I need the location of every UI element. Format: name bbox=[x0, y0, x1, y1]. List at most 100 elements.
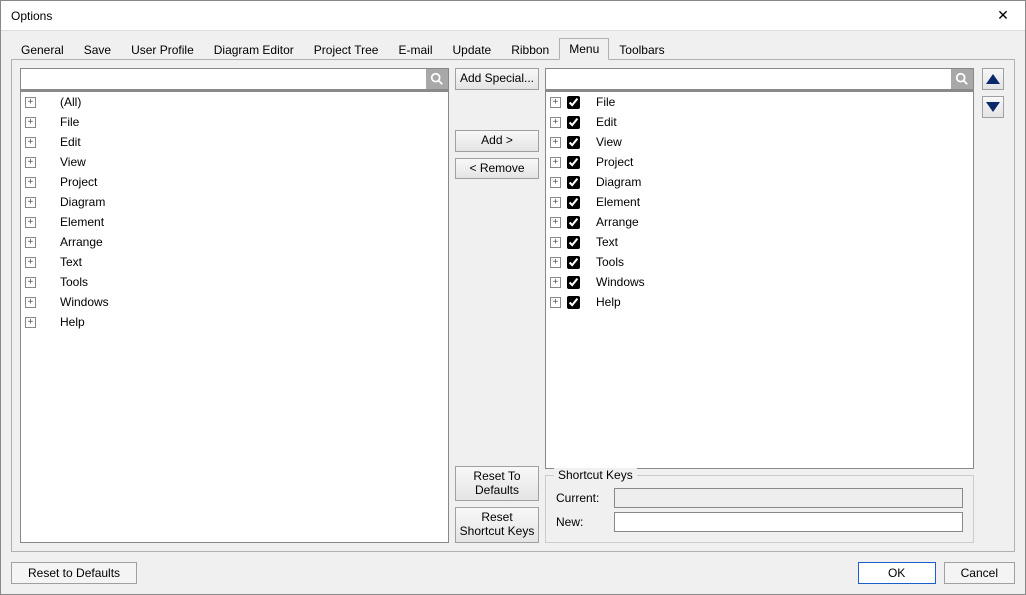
expand-icon[interactable]: + bbox=[25, 157, 36, 168]
expand-icon[interactable]: + bbox=[550, 257, 561, 268]
ok-button[interactable]: OK bbox=[858, 562, 936, 584]
tab-e-mail[interactable]: E-mail bbox=[388, 39, 442, 60]
move-down-button[interactable] bbox=[982, 96, 1004, 118]
new-shortcut-field[interactable] bbox=[614, 512, 963, 532]
tree-item-label: Arrange bbox=[586, 215, 639, 229]
tree-item-label: File bbox=[586, 95, 615, 109]
tab-menu[interactable]: Menu bbox=[559, 38, 609, 60]
tree-item-label: Arrange bbox=[42, 235, 103, 249]
right-search-row bbox=[545, 68, 974, 90]
visibility-checkbox[interactable] bbox=[567, 256, 580, 269]
current-menu-list[interactable]: +File+Edit+View+Project+Diagram+Element+… bbox=[545, 89, 974, 469]
left-search-button[interactable] bbox=[426, 69, 448, 89]
expand-icon[interactable]: + bbox=[25, 317, 36, 328]
expand-icon[interactable]: + bbox=[25, 237, 36, 248]
visibility-checkbox[interactable] bbox=[567, 116, 580, 129]
expand-icon[interactable]: + bbox=[550, 197, 561, 208]
current-shortcut-label: Current: bbox=[556, 491, 606, 505]
tab-panel-menu: +(All)+File+Edit+View+Project+Diagram+El… bbox=[11, 59, 1015, 552]
tree-row[interactable]: +File bbox=[21, 112, 448, 132]
available-commands-list[interactable]: +(All)+File+Edit+View+Project+Diagram+El… bbox=[20, 89, 449, 543]
right-search-button[interactable] bbox=[951, 69, 973, 89]
visibility-checkbox[interactable] bbox=[567, 236, 580, 249]
expand-icon[interactable]: + bbox=[25, 257, 36, 268]
left-search-input[interactable] bbox=[21, 69, 426, 89]
tree-row[interactable]: +Tools bbox=[21, 272, 448, 292]
tree-row[interactable]: + Project bbox=[546, 152, 973, 172]
tree-row[interactable]: + View bbox=[21, 152, 448, 172]
tree-row[interactable]: +Text bbox=[546, 232, 973, 252]
expand-icon[interactable]: + bbox=[25, 177, 36, 188]
reset-to-defaults-global-button[interactable]: Reset to Defaults bbox=[11, 562, 137, 584]
add-button[interactable]: Add > bbox=[455, 130, 539, 152]
left-search-row bbox=[20, 68, 449, 90]
tree-item-label: Edit bbox=[42, 135, 81, 149]
expand-icon[interactable]: + bbox=[550, 177, 561, 188]
tree-item-label: View bbox=[42, 155, 86, 169]
tree-row[interactable]: + Edit bbox=[546, 112, 973, 132]
tab-update[interactable]: Update bbox=[443, 39, 502, 60]
tree-row[interactable]: +Tools bbox=[546, 252, 973, 272]
expand-icon[interactable]: + bbox=[550, 237, 561, 248]
expand-icon[interactable]: + bbox=[550, 277, 561, 288]
tree-row[interactable]: + (All) bbox=[21, 92, 448, 112]
tab-toolbars[interactable]: Toolbars bbox=[609, 39, 674, 60]
tree-row[interactable]: +Windows bbox=[546, 272, 973, 292]
tree-row[interactable]: + Arrange bbox=[546, 212, 973, 232]
tab-diagram-editor[interactable]: Diagram Editor bbox=[204, 39, 304, 60]
expand-icon[interactable]: + bbox=[25, 277, 36, 288]
expand-icon[interactable]: + bbox=[550, 137, 561, 148]
right-search-input[interactable] bbox=[546, 69, 951, 89]
tree-row[interactable]: +Element bbox=[21, 212, 448, 232]
tab-general[interactable]: General bbox=[11, 39, 74, 60]
tree-row[interactable]: + Edit bbox=[21, 132, 448, 152]
tab-save[interactable]: Save bbox=[74, 39, 121, 60]
expand-icon[interactable]: + bbox=[550, 117, 561, 128]
tree-item-label: Edit bbox=[586, 115, 617, 129]
visibility-checkbox[interactable] bbox=[567, 196, 580, 209]
tree-row[interactable]: +Diagram bbox=[21, 192, 448, 212]
tree-row[interactable]: + Arrange bbox=[21, 232, 448, 252]
reset-shortcut-keys-button[interactable]: Reset Shortcut Keys bbox=[455, 507, 539, 543]
expand-icon[interactable]: + bbox=[25, 97, 36, 108]
tree-row[interactable]: +Windows bbox=[21, 292, 448, 312]
visibility-checkbox[interactable] bbox=[567, 156, 580, 169]
tree-row[interactable]: + File bbox=[546, 92, 973, 112]
tab-project-tree[interactable]: Project Tree bbox=[304, 39, 389, 60]
tab-ribbon[interactable]: Ribbon bbox=[501, 39, 559, 60]
tree-item-label: Project bbox=[586, 155, 633, 169]
visibility-checkbox[interactable] bbox=[567, 276, 580, 289]
visibility-checkbox[interactable] bbox=[567, 176, 580, 189]
expand-icon[interactable]: + bbox=[25, 137, 36, 148]
tab-user-profile[interactable]: User Profile bbox=[121, 39, 204, 60]
tree-row[interactable]: + View bbox=[546, 132, 973, 152]
expand-icon[interactable]: + bbox=[550, 217, 561, 228]
expand-icon[interactable]: + bbox=[25, 117, 36, 128]
visibility-checkbox[interactable] bbox=[567, 96, 580, 109]
arrow-up-icon bbox=[986, 74, 1000, 84]
visibility-checkbox[interactable] bbox=[567, 136, 580, 149]
expand-icon[interactable]: + bbox=[25, 197, 36, 208]
reset-to-defaults-button[interactable]: Reset To Defaults bbox=[455, 466, 539, 502]
expand-icon[interactable]: + bbox=[25, 297, 36, 308]
move-up-button[interactable] bbox=[982, 68, 1004, 90]
tree-row[interactable]: +Help bbox=[546, 292, 973, 312]
close-icon[interactable]: ✕ bbox=[991, 7, 1015, 24]
tree-item-label: (All) bbox=[42, 95, 81, 109]
cancel-button[interactable]: Cancel bbox=[944, 562, 1015, 584]
add-special-button[interactable]: Add Special... bbox=[455, 68, 539, 90]
tree-row[interactable]: +Diagram bbox=[546, 172, 973, 192]
expand-icon[interactable]: + bbox=[550, 157, 561, 168]
tree-row[interactable]: +Text bbox=[21, 252, 448, 272]
tree-row[interactable]: +Element bbox=[546, 192, 973, 212]
expand-icon[interactable]: + bbox=[550, 297, 561, 308]
tree-item-label: View bbox=[586, 135, 622, 149]
remove-button[interactable]: < Remove bbox=[455, 158, 539, 180]
visibility-checkbox[interactable] bbox=[567, 296, 580, 309]
tree-row[interactable]: +Project bbox=[21, 172, 448, 192]
tree-row[interactable]: +Help bbox=[21, 312, 448, 332]
expand-icon[interactable]: + bbox=[550, 97, 561, 108]
visibility-checkbox[interactable] bbox=[567, 216, 580, 229]
expand-icon[interactable]: + bbox=[25, 217, 36, 228]
shortcut-keys-legend: Shortcut Keys bbox=[554, 468, 637, 482]
